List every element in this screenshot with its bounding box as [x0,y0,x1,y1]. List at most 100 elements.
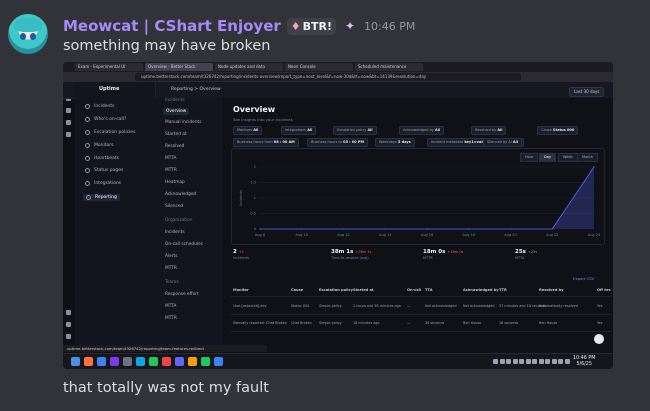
tray-icon[interactable] [532,359,537,364]
subnav-item[interactable]: Silenced [165,204,183,209]
data-point [426,228,428,230]
app-icon[interactable] [162,357,171,366]
support-chat-icon[interactable] [594,334,604,344]
terminal-icon[interactable] [123,357,132,366]
table-header[interactable]: Resolved by [539,288,564,292]
subnav-item[interactable]: MTTA [165,156,177,161]
subnav-item[interactable]: Alerts [165,254,177,259]
subnav-item[interactable]: MTTR [165,168,177,173]
table-header[interactable]: Acknowledged by [463,288,499,292]
app-icon[interactable] [110,357,119,366]
tray-icon[interactable] [538,359,544,364]
files-icon[interactable] [136,357,145,366]
tray-icon[interactable] [519,359,524,364]
rail-settings-icon[interactable] [66,132,71,137]
table-header[interactable]: Escalation policy [319,288,353,292]
subnav-item[interactable]: Heatmap [165,180,185,185]
tray-icon[interactable] [551,359,557,364]
taskbar-clock[interactable]: 10:46 PM 5/6/25 [573,356,595,368]
filter-dropdown[interactable]: Integrations All [281,126,317,135]
sidebar-item[interactable]: Status pages [85,168,123,173]
data-point [259,228,261,230]
tray-icon[interactable] [564,359,570,364]
sidebar-item[interactable]: Escalation policies [85,130,135,135]
tray-icon[interactable] [558,359,563,364]
browser-tab[interactable]: Scheduled maintenance [355,63,423,71]
filter-dropdown[interactable]: Cause Status 000 [537,126,579,135]
export-csv-link[interactable]: Export CSV [573,276,594,281]
monitor-icon[interactable] [214,357,223,366]
browser-tab[interactable]: Exam - Experimental UI [75,63,143,71]
breadcrumb[interactable]: Reporting > Overview [171,87,221,92]
rail-help-icon[interactable] [66,310,71,315]
subnav-item[interactable]: Overview [163,108,190,115]
granularity-toggle-day[interactable]: Day [539,153,556,162]
table-header[interactable]: Off hrs [597,288,611,292]
browser-tab[interactable]: Neon Console [285,63,353,71]
filter-dropdown[interactable]: Monitors All [233,126,263,135]
granularity-toggle-week[interactable]: Week [558,153,578,162]
subnav-item[interactable]: Acknowledged [165,192,196,197]
table-header[interactable]: On-call [407,288,421,292]
table-header[interactable]: TTR [499,288,507,292]
subnav-item[interactable]: Started at [165,132,187,137]
username[interactable]: Meowcat | CShart Enjoyer [63,17,281,35]
app-icon[interactable] [201,357,210,366]
start-icon[interactable] [71,357,80,366]
sidebar-item[interactable]: Incidents [85,104,115,109]
subnav-item[interactable]: Resolved [165,144,184,149]
filter-dropdown[interactable]: Escalation policy All [333,126,377,135]
sidebar-item[interactable]: Heartbeats [85,156,119,161]
filter-dropdown[interactable]: Resolved by All [471,126,507,135]
filter-dropdown[interactable]: Acknowledged by All [399,126,445,135]
subnav-item[interactable]: Response effort [165,292,199,297]
server-tag-badge[interactable]: ♦ BTR! [286,17,337,35]
browser-tab[interactable]: Overview - Better Stack [145,63,213,71]
timestamp: 10:46 PM [364,19,416,33]
tray-icon[interactable] [493,359,498,364]
table-header[interactable]: Cause [291,288,303,292]
table-cell[interactable]: Manually reported: Chat Broken [233,321,287,325]
rail-logs-icon[interactable] [66,108,71,113]
filter-dropdown[interactable]: Silenced by AI All [483,138,523,147]
filter-dropdown[interactable]: Business hours to 05 : 00 PM [307,138,368,147]
firefox-icon[interactable] [84,357,93,366]
tray-icon[interactable] [525,359,531,364]
avatar[interactable] [8,14,48,54]
granularity-toggle-month[interactable]: Month [577,153,598,162]
folder-icon[interactable] [188,357,197,366]
tray-icon[interactable] [499,359,505,364]
screenshot-attachment[interactable]: Exam - Experimental UI Overview - Better … [63,62,613,369]
granularity-toggle-hour[interactable]: Hour [520,153,539,162]
tray-icon[interactable] [545,359,550,364]
browser-tab[interactable]: Node updates and data [215,63,283,71]
subnav-item[interactable]: MTTR [165,266,177,271]
rail-metrics-icon[interactable] [66,120,71,125]
sidebar-item[interactable]: Integrations [85,181,121,186]
subnav-item[interactable]: MTTA [165,304,177,309]
tray-icon[interactable] [512,359,518,364]
table-header[interactable]: Started at [353,288,374,292]
subnav-item[interactable]: Incidents [165,230,185,235]
filter-dropdown[interactable]: Weekdays 5 days [375,138,415,147]
tray-icon[interactable] [506,359,511,364]
chat-message: Meowcat | CShart Enjoyer ♦ BTR! ✦ 10:46 … [0,0,650,411]
date-range-button[interactable]: Last 30 days [569,87,605,97]
filter-dropdown[interactable]: Business hours from 08 : 00 AM [233,138,299,147]
subnav-item[interactable]: On-call schedules [165,242,203,247]
sidebar-item[interactable]: Monitors [85,143,113,148]
url-field[interactable]: uptime.betterstack.com/team/t326742/repo… [135,73,521,81]
table-header[interactable]: TTA [425,288,433,292]
status-icon [85,168,90,173]
discord-icon[interactable] [175,357,184,366]
rail-user-icon[interactable] [66,334,71,339]
sidebar-item[interactable]: Reporting [83,194,120,201]
sidebar-item[interactable]: Who's on-call? [85,117,126,122]
browser-icon[interactable] [97,357,106,366]
table-cell[interactable]: chat.[redacted].dev [233,304,267,308]
rail-gear-icon[interactable] [66,322,71,327]
subnav-item[interactable]: Manual incidents [165,120,201,125]
table-header[interactable]: Monitor [233,288,249,292]
spotify-icon[interactable] [149,357,158,366]
subnav-item[interactable]: MTTR [165,316,177,321]
